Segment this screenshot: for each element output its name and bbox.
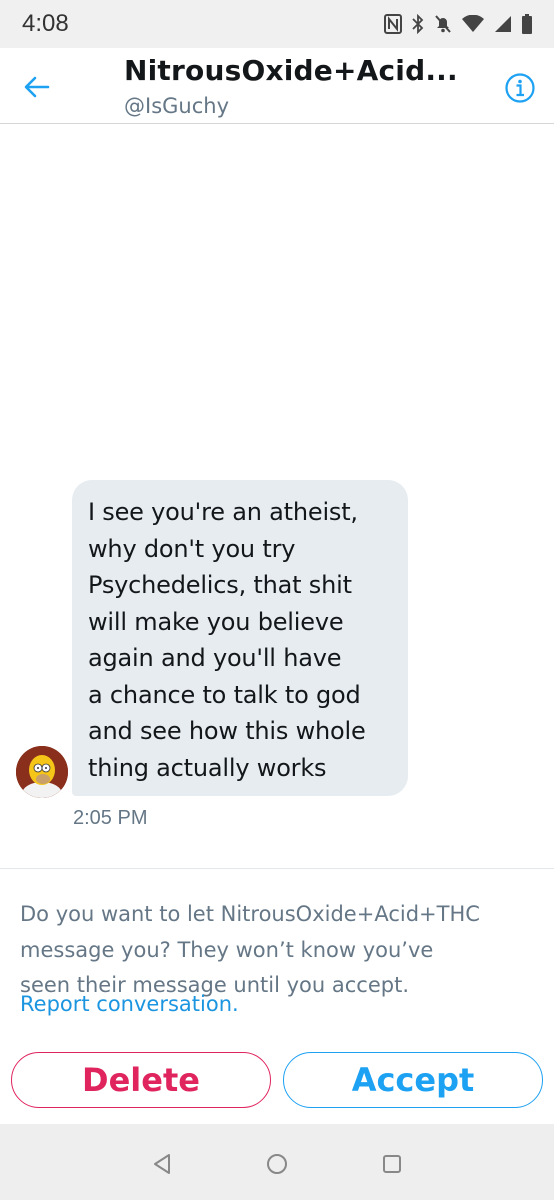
delete-button[interactable]: Delete [11, 1052, 271, 1108]
message-list[interactable]: I see you're an atheist, why don't you t… [0, 124, 554, 868]
message-line: Psychedelics, that shit [88, 571, 352, 599]
message-line: why don't you try [88, 534, 296, 563]
report-conversation-link[interactable]: Report conversation. [20, 992, 239, 1016]
message-line: and see how this whole [88, 717, 366, 745]
prompt-line: Do you want to let NitrousOxide+Acid+THC [20, 902, 480, 926]
contact-handle: @IsGuchy [124, 94, 229, 118]
message-timestamp: 2:05 PM [73, 807, 148, 829]
status-icons [384, 14, 532, 34]
nav-home-icon[interactable] [265, 1152, 289, 1176]
battery-icon [522, 14, 532, 34]
prompt-line: message you? They won’t know you’ve [20, 937, 434, 962]
accept-button[interactable]: Accept [283, 1052, 543, 1108]
nav-recents-icon[interactable] [380, 1152, 404, 1176]
info-icon[interactable] [504, 72, 536, 104]
message-line: a chance to talk to god [88, 680, 361, 709]
message-text: I see you're an atheist, why don't you t… [88, 494, 392, 786]
status-time: 4:08 [22, 10, 69, 37]
navigation-bar [0, 1124, 554, 1200]
message-line: thing actually works [88, 753, 327, 782]
contact-name: NitrousOxide+Acid... [124, 54, 458, 87]
nav-back-icon[interactable] [150, 1152, 174, 1176]
avatar-image [16, 746, 68, 798]
bluetooth-icon [412, 14, 424, 34]
mute-icon [435, 15, 451, 33]
message-bubble[interactable]: I see you're an atheist, why don't you t… [72, 480, 408, 796]
avatar[interactable] [16, 746, 68, 798]
message-line: will make you believe [88, 607, 344, 636]
signal-icon [495, 16, 511, 32]
back-arrow-icon[interactable] [22, 72, 52, 102]
conversation-header: NitrousOxide+Acid... @IsGuchy [0, 48, 554, 124]
nfc-icon [384, 14, 402, 34]
message-request-prompt: Do you want to let NitrousOxide+Acid+THC… [20, 897, 536, 1004]
message-line: I see you're an atheist, [88, 498, 358, 526]
wifi-icon [462, 15, 484, 32]
message-line: again and you'll have [88, 644, 342, 672]
status-bar: 4:08 [0, 0, 554, 48]
divider [0, 868, 554, 869]
